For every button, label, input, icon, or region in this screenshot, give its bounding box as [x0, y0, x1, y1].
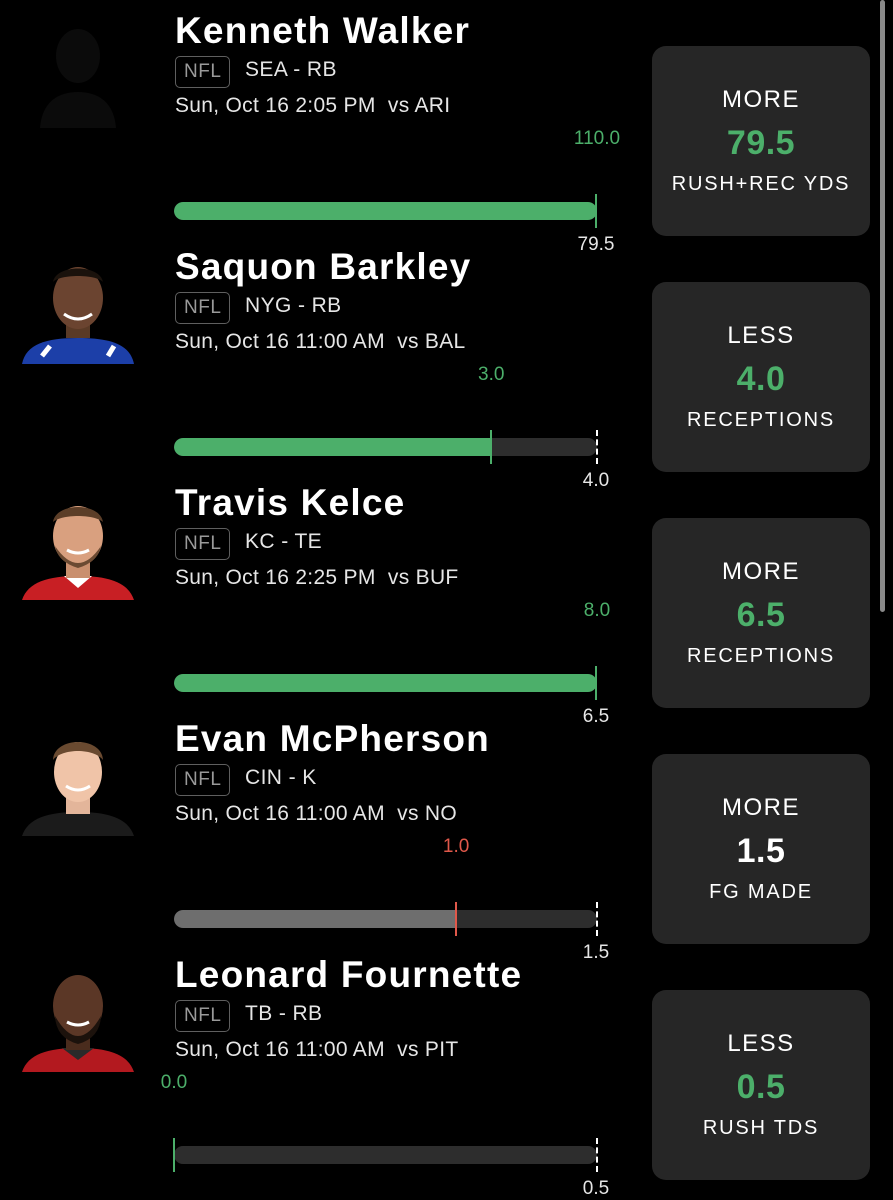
progress-fill	[174, 674, 597, 692]
pick-direction: MORE	[722, 86, 800, 113]
actual-marker	[455, 902, 458, 936]
pick-stat-type: RECEPTIONS	[686, 409, 836, 431]
pick-list: Kenneth Walker NFL SEA - RB Sun, Oct 16 …	[0, 0, 893, 1200]
pick-direction: MORE	[722, 794, 800, 821]
pick-card[interactable]: Leonard Fournette NFL TB - RB Sun, Oct 1…	[0, 952, 893, 1199]
pick-stat-type: FG MADE	[709, 881, 813, 903]
line-marker	[596, 430, 598, 464]
pick-card[interactable]: Evan McPherson NFL CIN - K Sun, Oct 16 1…	[0, 716, 893, 963]
pick-box[interactable]: MORE 79.5 RUSH+REC YDS	[652, 46, 870, 236]
pick-line-value: 1.5	[736, 832, 786, 870]
progress-bar: 110.0 79.5	[0, 8, 640, 255]
pick-stat-type: RUSH TDS	[702, 1117, 820, 1139]
pick-box[interactable]: LESS 0.5 RUSH TDS	[652, 990, 870, 1180]
pick-box[interactable]: MORE 6.5 RECEPTIONS	[652, 518, 870, 708]
pick-line-value: 79.5	[726, 124, 796, 162]
pick-direction: MORE	[722, 558, 800, 585]
line-marker	[596, 1138, 598, 1172]
actual-marker	[595, 194, 597, 228]
actual-value-label: 1.0	[442, 836, 470, 857]
progress-bar: 0.0 0.5	[0, 952, 640, 1199]
actual-marker	[595, 666, 597, 700]
pick-line-value: 6.5	[736, 596, 786, 634]
progress-fill	[174, 910, 457, 928]
progress-track	[174, 674, 597, 692]
pick-box[interactable]: MORE 1.5 FG MADE	[652, 754, 870, 944]
progress-track	[174, 438, 597, 456]
pick-stat-type: RUSH+REC YDS	[671, 173, 851, 195]
actual-value-label: 8.0	[583, 600, 611, 621]
progress-bar: 8.0 6.5	[0, 480, 640, 727]
progress-track	[174, 910, 597, 928]
progress-fill	[174, 202, 597, 220]
progress-bar: 3.0 4.0	[0, 244, 640, 491]
pick-line-value: 4.0	[736, 360, 786, 398]
actual-value-label: 3.0	[478, 364, 505, 385]
pick-box[interactable]: LESS 4.0 RECEPTIONS	[652, 282, 870, 472]
pick-card[interactable]: Kenneth Walker NFL SEA - RB Sun, Oct 16 …	[0, 8, 893, 255]
line-marker	[596, 902, 598, 936]
pick-card[interactable]: Saquon Barkley NFL NYG - RB Sun, Oct 16 …	[0, 244, 893, 491]
pick-stat-type: RECEPTIONS	[686, 645, 836, 667]
progress-track	[174, 1146, 597, 1164]
progress-fill	[174, 438, 492, 456]
pick-direction: LESS	[727, 1030, 795, 1057]
pick-direction: LESS	[727, 322, 795, 349]
progress-track	[174, 202, 597, 220]
actual-marker	[173, 1138, 175, 1172]
actual-value-label: 0.0	[160, 1072, 188, 1093]
progress-bar: 1.0 1.5	[0, 716, 640, 963]
pick-line-value: 0.5	[736, 1068, 786, 1106]
pick-card[interactable]: Travis Kelce NFL KC - TE Sun, Oct 16 2:2…	[0, 480, 893, 727]
actual-marker	[490, 430, 493, 464]
actual-value-label: 110.0	[573, 128, 621, 149]
line-value-label: 0.5	[582, 1178, 610, 1199]
